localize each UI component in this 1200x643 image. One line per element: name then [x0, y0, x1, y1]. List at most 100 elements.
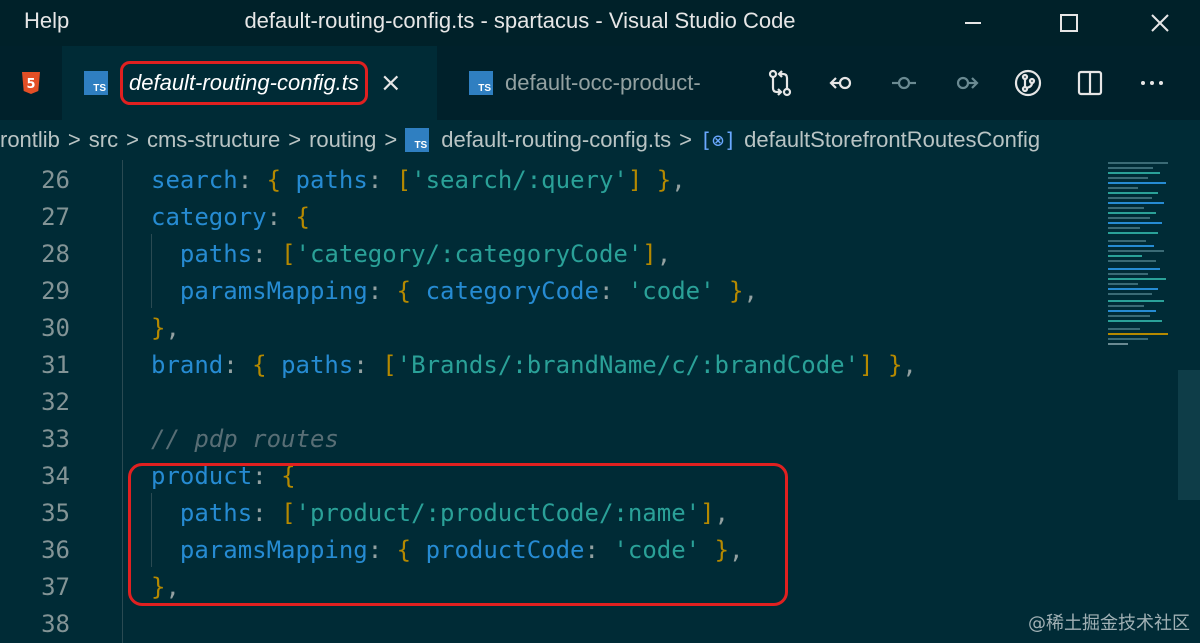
open-changes-button[interactable]: [756, 46, 804, 120]
code-line: 27 category: {: [0, 199, 1100, 236]
breadcrumb-item[interactable]: rontlib: [0, 127, 60, 153]
git-commit-icon: [892, 76, 916, 90]
title-bar: Help default-routing-config.ts - spartac…: [0, 0, 1200, 46]
arrow-right-circle-icon: [956, 76, 979, 90]
line-number: 30: [41, 314, 70, 342]
minimap-line: [1108, 172, 1160, 174]
next-change-button[interactable]: [942, 46, 990, 120]
breadcrumb-item[interactable]: cms-structure: [147, 127, 280, 153]
tab-label: default-occ-product-: [505, 70, 701, 95]
close-icon: [1151, 14, 1169, 32]
minimap-line: [1108, 310, 1156, 312]
annotation-highlight-box: [128, 463, 788, 606]
code-line: 26 search: { paths: ['search/:query'] },: [0, 162, 1100, 199]
watermark: @稀土掘金技术社区: [1028, 613, 1190, 634]
gitlens-button[interactable]: [1004, 46, 1052, 120]
minimap-line: [1108, 240, 1146, 242]
minimap-line: [1108, 283, 1138, 285]
minimap-line: [1108, 273, 1148, 275]
close-window-button[interactable]: [1137, 0, 1183, 46]
breadcrumb-item[interactable]: routing: [309, 127, 376, 153]
line-number: 28: [41, 240, 70, 268]
minimap-line: [1108, 207, 1144, 209]
minimap-line: [1108, 328, 1140, 330]
breadcrumb-separator: >: [126, 127, 139, 152]
minimap-line: [1108, 293, 1152, 295]
minimap-line: [1108, 212, 1156, 214]
minimap-line: [1108, 182, 1166, 184]
code-line: 30 },: [0, 310, 1100, 347]
code-line: 28 paths: ['category/:categoryCode'],: [0, 236, 1100, 273]
minimap-line: [1108, 222, 1162, 224]
minimap-line: [1108, 320, 1162, 322]
minimap-line: [1108, 333, 1168, 335]
line-number: 35: [41, 499, 70, 527]
breadcrumb-symbol-label: defaultStorefrontRoutesConfig: [744, 127, 1041, 152]
minimap-line: [1108, 338, 1148, 340]
minimap-line: [1108, 255, 1142, 257]
tab-default-occ-product[interactable]: TS default-occ-product-: [437, 46, 757, 120]
split-editor-button[interactable]: [1066, 46, 1114, 120]
tab-label: default-routing-config.ts: [120, 61, 368, 105]
symbol-variable-icon: [⊗]: [699, 128, 737, 152]
previous-change-button[interactable]: [818, 46, 866, 120]
tab-default-routing-config[interactable]: TS default-routing-config.ts ×: [62, 46, 437, 120]
line-number: 36: [41, 536, 70, 564]
typescript-file-icon: TS: [469, 71, 493, 95]
more-actions-button[interactable]: [1128, 46, 1176, 120]
breadcrumb-item[interactable]: src: [89, 127, 118, 153]
code-line: 29 paramsMapping: { categoryCode: 'code'…: [0, 273, 1100, 310]
minimap-line: [1108, 177, 1148, 179]
timeline-button[interactable]: [880, 46, 928, 120]
breadcrumb-separator: >: [679, 127, 692, 152]
minimize-icon: [965, 22, 981, 24]
code-line: 31 brand: { paths: ['Brands/:brandName/c…: [0, 347, 1100, 384]
minimap-line: [1108, 192, 1158, 194]
minimap-line: [1108, 278, 1166, 280]
minimap-line: [1108, 227, 1140, 229]
breadcrumb-separator: >: [384, 127, 398, 152]
code-line: 32: [0, 384, 1100, 421]
code-text: brand: { paths: ['Brands/:brandName/c/:b…: [151, 351, 917, 379]
code-line: 33 // pdp routes: [0, 421, 1100, 458]
minimap-line: [1108, 232, 1158, 234]
minimap-line: [1108, 202, 1164, 204]
scrollbar-thumb[interactable]: [1178, 370, 1200, 500]
git-graph-icon: [1014, 69, 1042, 97]
line-number: 34: [41, 462, 70, 490]
code-text: category: {: [151, 203, 310, 231]
minimap-line: [1108, 197, 1152, 199]
code-text: },: [151, 314, 180, 342]
tab-bar: 5 TS default-routing-config.ts × TS defa…: [0, 46, 1200, 120]
code-comment: // pdp routes: [151, 425, 339, 453]
tab-html-file[interactable]: 5: [0, 46, 62, 120]
minimap-line: [1108, 187, 1138, 189]
maximize-icon: [1060, 14, 1078, 32]
svg-text:5: 5: [26, 77, 35, 92]
line-number: 37: [41, 573, 70, 601]
tab-close-button[interactable]: ×: [380, 68, 402, 98]
minimap-line: [1108, 260, 1156, 262]
line-number: 29: [41, 277, 70, 305]
minimap-line: [1108, 288, 1158, 290]
minimap-line: [1108, 300, 1164, 302]
breadcrumb-separator: >: [288, 127, 302, 152]
minimap-line: [1108, 343, 1128, 345]
breadcrumb-symbol[interactable]: [⊗] defaultStorefrontRoutesConfig: [700, 127, 1040, 153]
line-number: 31: [41, 351, 70, 379]
window-title: default-routing-config.ts - spartacus - …: [244, 8, 796, 33]
code-line: 38: [0, 606, 1100, 643]
code-text: paths: ['category/:categoryCode'],: [179, 240, 672, 268]
line-number: 33: [41, 425, 70, 453]
line-number: 27: [41, 203, 70, 231]
breadcrumb: rontlib > src > cms-structure > routing …: [0, 120, 1200, 160]
minimap-line: [1108, 268, 1160, 270]
breadcrumb-file[interactable]: TS default-routing-config.ts: [405, 127, 671, 153]
minimap-line: [1108, 305, 1144, 307]
minimize-button[interactable]: [950, 0, 996, 46]
breadcrumb-separator: >: [67, 127, 81, 152]
minimap-line: [1108, 245, 1154, 247]
maximize-button[interactable]: [1046, 0, 1092, 46]
more-icon: [1141, 81, 1163, 85]
html5-icon: 5: [22, 72, 40, 94]
